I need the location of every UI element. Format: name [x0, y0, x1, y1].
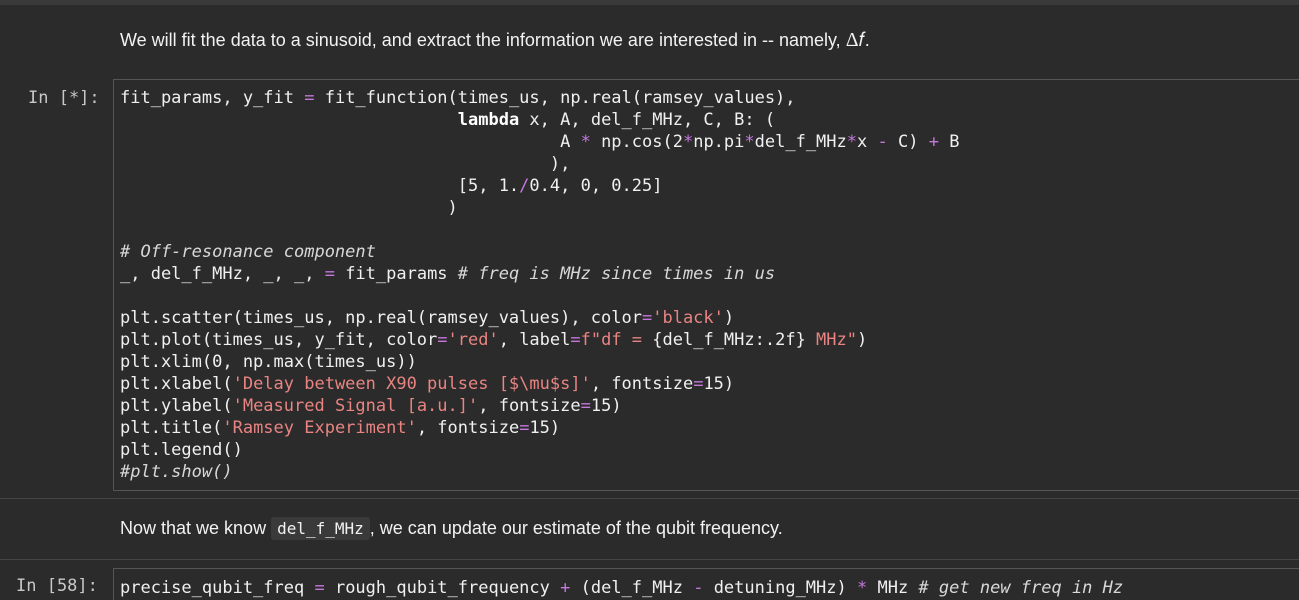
code-editor[interactable]: fit_params, y_fit = fit_function(times_u…: [113, 79, 1299, 491]
markdown-text: We will fit the data to a sinusoid, and …: [120, 29, 870, 52]
notebook: We will fit the data to a sinusoid, and …: [0, 0, 1299, 600]
markdown-text: Now that we know del_f_MHz, we can updat…: [120, 517, 783, 540]
cell-prompt: In [58]:: [16, 576, 98, 596]
cell-prompt: In [*]:: [28, 88, 100, 108]
math-delta-f: Δ𝑓: [845, 29, 865, 51]
md-before: Now that we know: [120, 518, 272, 538]
cell-separator: [0, 559, 1299, 560]
code-cell-fit[interactable]: In [*]: fit_params, y_fit = fit_function…: [0, 78, 1299, 492]
code-text: precise_qubit_freq = rough_qubit_frequen…: [120, 578, 1124, 598]
code-text: fit_params, y_fit = fit_function(times_u…: [120, 88, 960, 482]
markdown-cell-update[interactable]: Now that we know del_f_MHz, we can updat…: [0, 499, 1299, 559]
code-editor[interactable]: precise_qubit_freq = rough_qubit_frequen…: [113, 568, 1299, 600]
md-period: .: [864, 30, 870, 50]
code-cell-precise-freq[interactable]: In [58]: precise_qubit_freq = rough_qubi…: [0, 566, 1299, 600]
markdown-cell-intro[interactable]: We will fit the data to a sinusoid, and …: [0, 5, 1299, 75]
md-after: , we can update our estimate of the qubi…: [369, 518, 783, 538]
inline-code-del-f: del_f_MHz: [271, 517, 370, 540]
md-sentence: We will fit the data to a sinusoid, and …: [120, 30, 846, 50]
